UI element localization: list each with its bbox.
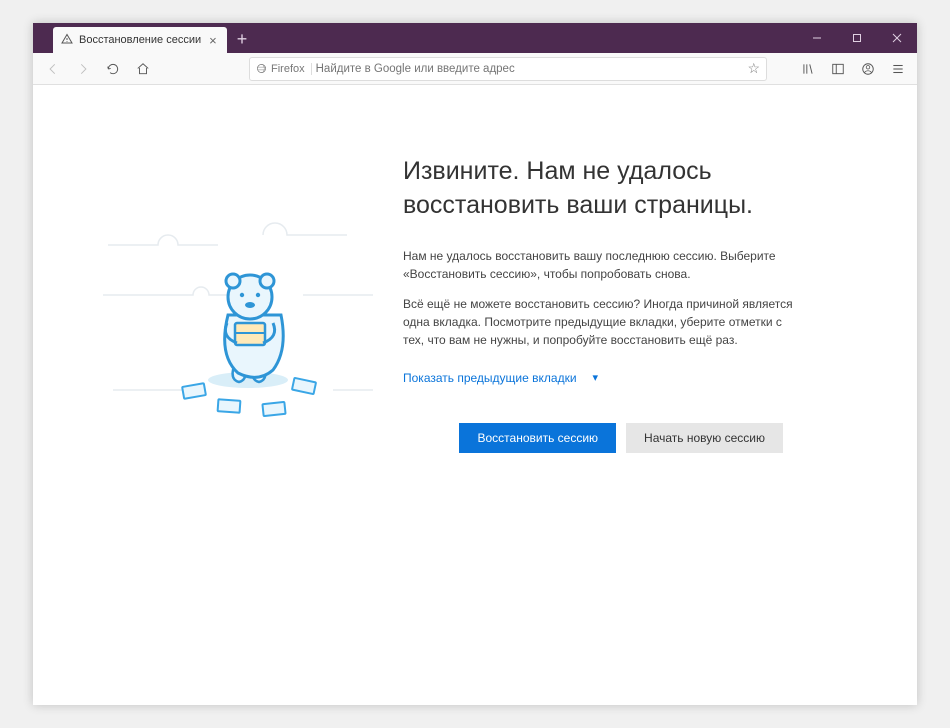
sidebar-button[interactable] <box>825 56 851 82</box>
reload-button[interactable] <box>99 56 127 82</box>
firefox-icon <box>256 63 267 74</box>
titlebar: Восстановление сессии × + <box>33 23 917 53</box>
tab-title: Восстановление сессии <box>79 34 201 46</box>
button-row: Восстановить сессию Начать новую сессию <box>403 423 793 453</box>
page-content: Извините. Нам не удалось восстановить ва… <box>33 85 917 705</box>
page-heading: Извините. Нам не удалось восстановить ва… <box>403 155 793 223</box>
urlbar-identity: Firefox <box>256 63 312 75</box>
new-tab-button[interactable]: + <box>227 29 258 53</box>
new-session-button[interactable]: Начать новую сессию <box>626 423 783 453</box>
minimize-button[interactable] <box>797 23 837 53</box>
tab-close-button[interactable]: × <box>207 33 219 48</box>
close-window-button[interactable] <box>877 23 917 53</box>
paragraph-2: Всё ещё не можете восстановить сессию? И… <box>403 295 793 349</box>
toolbar-right-icons <box>795 56 911 82</box>
window-controls <box>797 23 917 53</box>
show-tabs-label: Показать предыдущие вкладки <box>403 371 577 385</box>
menu-button[interactable] <box>885 56 911 82</box>
home-button[interactable] <box>129 56 157 82</box>
forward-button[interactable] <box>69 56 97 82</box>
warning-icon <box>61 33 73 48</box>
restore-session-button[interactable]: Восстановить сессию <box>459 423 616 453</box>
url-input[interactable] <box>316 63 744 75</box>
show-previous-tabs-toggle[interactable]: Показать предыдущие вкладки ▾ <box>403 371 598 385</box>
message-column: Извините. Нам не удалось восстановить ва… <box>393 155 793 705</box>
back-button[interactable] <box>39 56 67 82</box>
urlbar-prefix-label: Firefox <box>271 63 305 75</box>
illustration <box>93 155 393 705</box>
maximize-button[interactable] <box>837 23 877 53</box>
library-button[interactable] <box>795 56 821 82</box>
chevron-down-icon: ▾ <box>593 371 599 384</box>
tabs-area: Восстановление сессии × + <box>33 23 257 53</box>
tab-active[interactable]: Восстановление сессии × <box>53 27 227 53</box>
account-button[interactable] <box>855 56 881 82</box>
toolbar: Firefox ☆ <box>33 53 917 85</box>
browser-window: Восстановление сессии × + <box>33 23 917 705</box>
bookmark-star-icon[interactable]: ☆ <box>747 60 760 77</box>
paragraph-1: Нам не удалось восстановить вашу последн… <box>403 247 793 283</box>
url-bar[interactable]: Firefox ☆ <box>249 57 767 81</box>
